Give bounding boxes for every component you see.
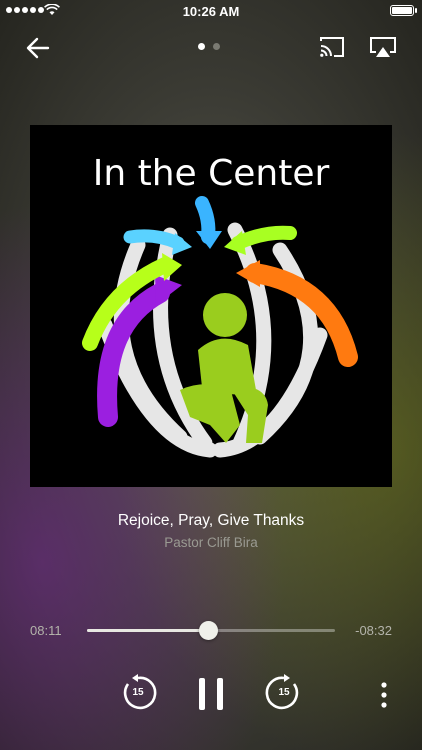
battery-icon — [390, 5, 417, 16]
progress-thumb[interactable] — [199, 621, 219, 640]
page-indicator[interactable] — [198, 43, 220, 50]
progress-fill — [87, 629, 209, 632]
pause-icon[interactable] — [197, 676, 225, 712]
skip-back-label: 15 — [132, 687, 144, 698]
page-dot[interactable] — [213, 43, 220, 50]
elapsed-time: 08:11 — [30, 623, 62, 638]
page-dot[interactable] — [198, 43, 205, 50]
remaining-time: -08:32 — [355, 623, 392, 638]
artwork-logo: In the Center — [82, 153, 358, 458]
status-time: 10:26 AM — [182, 4, 240, 19]
arrow-left-icon[interactable] — [24, 34, 52, 62]
skip-forward-15-button[interactable]: 15 — [265, 674, 303, 712]
skip-forward-label: 15 — [278, 687, 290, 698]
status-bar: 10:26 AM — [0, 0, 422, 22]
cast-icon[interactable] — [318, 35, 346, 59]
skip-back-15-button[interactable]: 15 — [119, 674, 157, 712]
progress-slider[interactable] — [87, 621, 335, 640]
track-artist: Pastor Cliff Bira — [164, 535, 258, 550]
more-vertical-icon[interactable] — [378, 682, 390, 708]
podcast-artwork: In the Center — [30, 125, 392, 487]
airplay-icon[interactable] — [368, 35, 398, 59]
track-title: Rejoice, Pray, Give Thanks — [117, 512, 305, 529]
artwork-logo-text: In the Center — [93, 153, 330, 194]
